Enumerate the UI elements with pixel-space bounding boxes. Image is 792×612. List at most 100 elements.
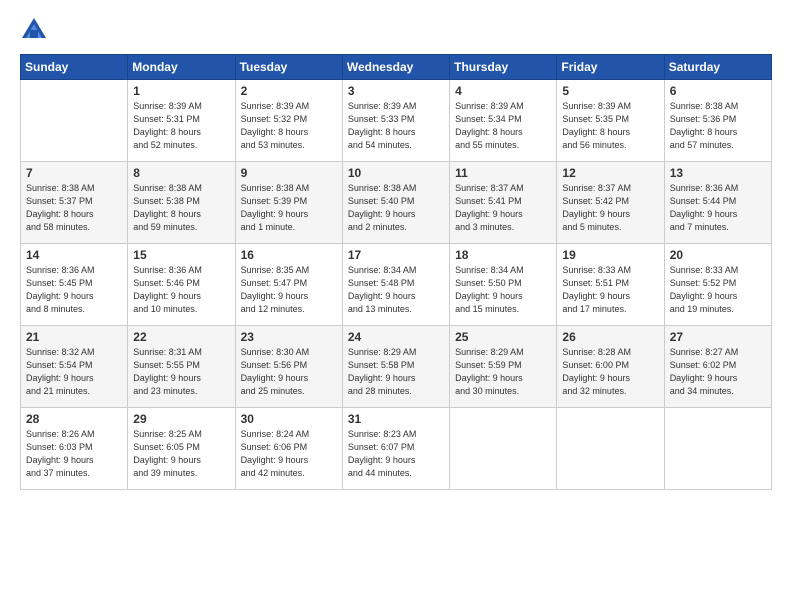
- day-number: 12: [562, 166, 658, 180]
- day-number: 26: [562, 330, 658, 344]
- calendar-cell: 23 Sunrise: 8:30 AMSunset: 5:56 PMDayligh…: [235, 326, 342, 408]
- day-number: 3: [348, 84, 444, 98]
- day-number: 31: [348, 412, 444, 426]
- calendar-cell: 11Sunrise: 8:37 AMSunset: 5:41 PMDayligh…: [450, 162, 557, 244]
- page: SundayMondayTuesdayWednesdayThursdayFrid…: [0, 0, 792, 500]
- calendar-table: SundayMondayTuesdayWednesdayThursdayFrid…: [20, 54, 772, 490]
- day-info: Sunrise: 8:39 AMSunset: 5:34 PMDaylight:…: [455, 100, 551, 152]
- day-number: 30: [241, 412, 337, 426]
- day-number: 25: [455, 330, 551, 344]
- weekday-header-wednesday: Wednesday: [342, 55, 449, 80]
- day-info: Sunrise: 8:34 AMSunset: 5:48 PMDaylight:…: [348, 264, 444, 316]
- day-info: Sunrise: 8:33 AMSunset: 5:52 PMDaylight:…: [670, 264, 766, 316]
- weekday-header-tuesday: Tuesday: [235, 55, 342, 80]
- calendar-cell: 22 Sunrise: 8:31 AMSunset: 5:55 PMDayligh…: [128, 326, 235, 408]
- day-info: Sunrise: 8:29 AMSunset: 5:58 PMDaylight:…: [348, 346, 444, 398]
- day-info: Sunrise: 8:39 AMSunset: 5:31 PMDaylight:…: [133, 100, 229, 152]
- week-row-3: 21 Sunrise: 8:32 AMSunset: 5:54 PMDayligh…: [21, 326, 772, 408]
- week-row-2: 14Sunrise: 8:36 AMSunset: 5:45 PMDayligh…: [21, 244, 772, 326]
- calendar-cell: 17 Sunrise: 8:34 AMSunset: 5:48 PMDayligh…: [342, 244, 449, 326]
- calendar-cell: 7 Sunrise: 8:38 AMSunset: 5:37 PMDaylight…: [21, 162, 128, 244]
- calendar-cell: [557, 408, 664, 490]
- day-info: Sunrise: 8:36 AMSunset: 5:46 PMDaylight:…: [133, 264, 229, 316]
- calendar-cell: 15 Sunrise: 8:36 AMSunset: 5:46 PMDayligh…: [128, 244, 235, 326]
- day-number: 28: [26, 412, 122, 426]
- calendar-cell: 21 Sunrise: 8:32 AMSunset: 5:54 PMDayligh…: [21, 326, 128, 408]
- day-info: Sunrise: 8:35 AMSunset: 5:47 PMDaylight:…: [241, 264, 337, 316]
- day-number: 13: [670, 166, 766, 180]
- weekday-header-friday: Friday: [557, 55, 664, 80]
- weekday-header-sunday: Sunday: [21, 55, 128, 80]
- day-info: Sunrise: 8:38 AMSunset: 5:37 PMDaylight:…: [26, 182, 122, 234]
- day-info: Sunrise: 8:34 AMSunset: 5:50 PMDaylight:…: [455, 264, 551, 316]
- calendar-cell: 24 Sunrise: 8:29 AMSunset: 5:58 PMDayligh…: [342, 326, 449, 408]
- day-info: Sunrise: 8:28 AMSunset: 6:00 PMDaylight:…: [562, 346, 658, 398]
- calendar-cell: 16 Sunrise: 8:35 AMSunset: 5:47 PMDayligh…: [235, 244, 342, 326]
- day-info: Sunrise: 8:25 AMSunset: 6:05 PMDaylight:…: [133, 428, 229, 480]
- calendar-cell: 31 Sunrise: 8:23 AMSunset: 6:07 PMDayligh…: [342, 408, 449, 490]
- day-number: 4: [455, 84, 551, 98]
- day-number: 2: [241, 84, 337, 98]
- calendar-cell: 9 Sunrise: 8:38 AMSunset: 5:39 PMDaylight…: [235, 162, 342, 244]
- day-info: Sunrise: 8:26 AMSunset: 6:03 PMDaylight:…: [26, 428, 122, 480]
- day-info: Sunrise: 8:38 AMSunset: 5:40 PMDaylight:…: [348, 182, 444, 234]
- calendar-cell: 19 Sunrise: 8:33 AMSunset: 5:51 PMDayligh…: [557, 244, 664, 326]
- day-info: Sunrise: 8:30 AMSunset: 5:56 PMDaylight:…: [241, 346, 337, 398]
- day-number: 22: [133, 330, 229, 344]
- week-row-0: 1 Sunrise: 8:39 AMSunset: 5:31 PMDaylight…: [21, 80, 772, 162]
- calendar-cell: [450, 408, 557, 490]
- day-info: Sunrise: 8:31 AMSunset: 5:55 PMDaylight:…: [133, 346, 229, 398]
- day-number: 9: [241, 166, 337, 180]
- calendar-cell: 14Sunrise: 8:36 AMSunset: 5:45 PMDayligh…: [21, 244, 128, 326]
- calendar-cell: 12 Sunrise: 8:37 AMSunset: 5:42 PMDayligh…: [557, 162, 664, 244]
- day-info: Sunrise: 8:32 AMSunset: 5:54 PMDaylight:…: [26, 346, 122, 398]
- day-number: 21: [26, 330, 122, 344]
- calendar-cell: 18 Sunrise: 8:34 AMSunset: 5:50 PMDayligh…: [450, 244, 557, 326]
- day-info: Sunrise: 8:27 AMSunset: 6:02 PMDaylight:…: [670, 346, 766, 398]
- calendar-cell: 6 Sunrise: 8:38 AMSunset: 5:36 PMDaylight…: [664, 80, 771, 162]
- weekday-header-thursday: Thursday: [450, 55, 557, 80]
- calendar-cell: 26 Sunrise: 8:28 AMSunset: 6:00 PMDayligh…: [557, 326, 664, 408]
- day-info: Sunrise: 8:37 AMSunset: 5:42 PMDaylight:…: [562, 182, 658, 234]
- day-info: Sunrise: 8:36 AMSunset: 5:45 PMDaylight:…: [26, 264, 122, 316]
- day-number: 24: [348, 330, 444, 344]
- weekday-header-monday: Monday: [128, 55, 235, 80]
- weekday-header-row: SundayMondayTuesdayWednesdayThursdayFrid…: [21, 55, 772, 80]
- day-number: 11: [455, 166, 551, 180]
- calendar-cell: 3 Sunrise: 8:39 AMSunset: 5:33 PMDaylight…: [342, 80, 449, 162]
- day-number: 8: [133, 166, 229, 180]
- calendar-cell: 29Sunrise: 8:25 AMSunset: 6:05 PMDayligh…: [128, 408, 235, 490]
- day-number: 16: [241, 248, 337, 262]
- day-number: 15: [133, 248, 229, 262]
- day-number: 1: [133, 84, 229, 98]
- day-number: 20: [670, 248, 766, 262]
- day-number: 6: [670, 84, 766, 98]
- day-info: Sunrise: 8:38 AMSunset: 5:36 PMDaylight:…: [670, 100, 766, 152]
- day-number: 23: [241, 330, 337, 344]
- day-number: 17: [348, 248, 444, 262]
- day-info: Sunrise: 8:23 AMSunset: 6:07 PMDaylight:…: [348, 428, 444, 480]
- day-info: Sunrise: 8:38 AMSunset: 5:39 PMDaylight:…: [241, 182, 337, 234]
- calendar-cell: [664, 408, 771, 490]
- day-info: Sunrise: 8:24 AMSunset: 6:06 PMDaylight:…: [241, 428, 337, 480]
- day-info: Sunrise: 8:33 AMSunset: 5:51 PMDaylight:…: [562, 264, 658, 316]
- logo: [20, 16, 52, 44]
- day-number: 18: [455, 248, 551, 262]
- calendar-cell: [21, 80, 128, 162]
- week-row-1: 7 Sunrise: 8:38 AMSunset: 5:37 PMDaylight…: [21, 162, 772, 244]
- day-info: Sunrise: 8:38 AMSunset: 5:38 PMDaylight:…: [133, 182, 229, 234]
- day-info: Sunrise: 8:39 AMSunset: 5:32 PMDaylight:…: [241, 100, 337, 152]
- calendar-cell: 13Sunrise: 8:36 AMSunset: 5:44 PMDayligh…: [664, 162, 771, 244]
- header: [20, 16, 772, 44]
- day-info: Sunrise: 8:29 AMSunset: 5:59 PMDaylight:…: [455, 346, 551, 398]
- day-number: 19: [562, 248, 658, 262]
- day-number: 7: [26, 166, 122, 180]
- calendar-cell: 28 Sunrise: 8:26 AMSunset: 6:03 PMDayligh…: [21, 408, 128, 490]
- calendar-cell: 27 Sunrise: 8:27 AMSunset: 6:02 PMDayligh…: [664, 326, 771, 408]
- calendar-cell: 8 Sunrise: 8:38 AMSunset: 5:38 PMDaylight…: [128, 162, 235, 244]
- day-number: 5: [562, 84, 658, 98]
- day-info: Sunrise: 8:39 AMSunset: 5:33 PMDaylight:…: [348, 100, 444, 152]
- day-number: 27: [670, 330, 766, 344]
- day-info: Sunrise: 8:39 AMSunset: 5:35 PMDaylight:…: [562, 100, 658, 152]
- week-row-4: 28 Sunrise: 8:26 AMSunset: 6:03 PMDayligh…: [21, 408, 772, 490]
